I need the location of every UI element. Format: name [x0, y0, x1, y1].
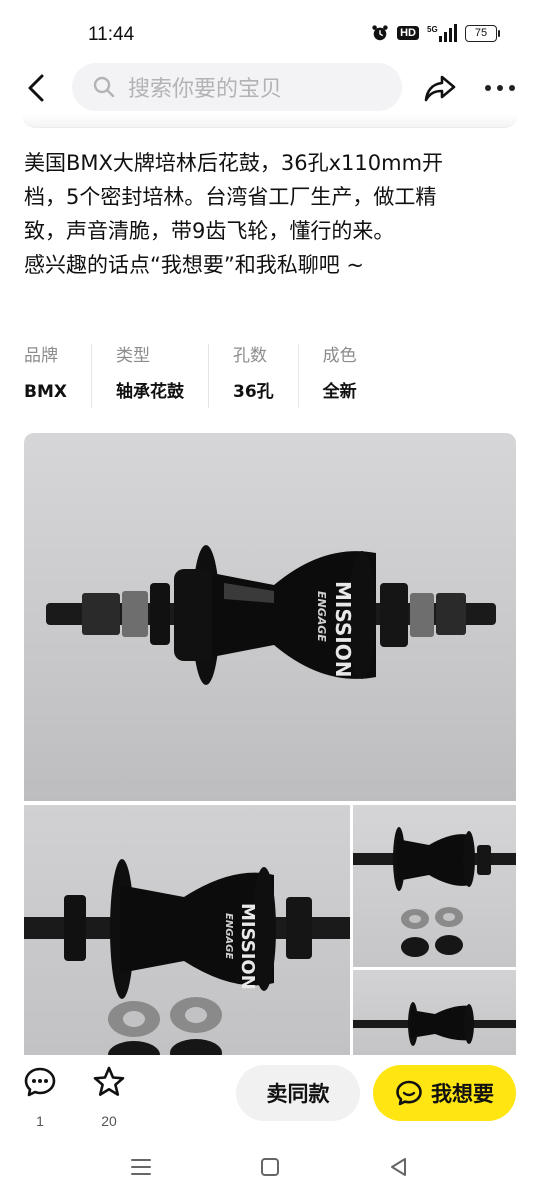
description-line: 感兴趣的话点“我想要”和我私聊吧 ~ — [24, 253, 365, 277]
hub-brand-text: MISSION — [331, 581, 355, 677]
network-label: 5G — [427, 25, 438, 34]
star-icon — [93, 1066, 125, 1096]
top-nav: 搜索你要的宝贝 — [0, 60, 540, 116]
favorite-count: 20 — [101, 1113, 117, 1129]
chat-icon — [396, 1080, 422, 1106]
sell-same-button[interactable]: 卖同款 — [236, 1065, 360, 1121]
collapsed-panel-edge — [22, 114, 518, 128]
attribute-brand: 品牌 BMX — [24, 344, 92, 408]
home-icon[interactable] — [257, 1154, 283, 1180]
attribute-value: 36孔 — [232, 382, 274, 402]
description-line: 美国BMX大牌培林后花鼓，36孔x110mm开 — [24, 151, 444, 175]
attribute-label: 品牌 — [24, 346, 58, 366]
hub-model-text: ENGAGE — [223, 913, 234, 959]
favorite-button[interactable]: 20 — [89, 1065, 129, 1129]
back-icon[interactable] — [20, 70, 56, 106]
search-icon — [93, 76, 115, 98]
attribute-label: 孔数 — [232, 346, 267, 366]
hub-brand-text: MISSION — [237, 903, 258, 990]
want-button[interactable]: 我想要 — [373, 1065, 516, 1121]
signal-icon: 5G — [427, 24, 457, 42]
hd-icon: HD — [397, 26, 419, 40]
description-line: 致，声音清脆，带9齿飞轮，懂行的来。 — [24, 219, 395, 243]
share-icon[interactable] — [422, 70, 458, 106]
product-photo[interactable] — [353, 805, 516, 967]
attribute-value: 全新 — [322, 382, 357, 402]
comment-icon — [24, 1067, 56, 1097]
description-line: 档，5个密封培林。台湾省工厂生产，做工精 — [24, 185, 437, 209]
product-photo[interactable] — [353, 970, 516, 1055]
search-input[interactable]: 搜索你要的宝贝 — [72, 63, 402, 111]
item-description: 美国BMX大牌培林后花鼓，36孔x110mm开 档，5个密封培林。台湾省工厂生产… — [24, 146, 518, 282]
item-attributes: 品牌 BMX 类型 轴承花鼓 孔数 36孔 成色 全新 — [24, 344, 518, 408]
menu-icon[interactable] — [128, 1154, 154, 1180]
attribute-type: 类型 轴承花鼓 — [116, 344, 209, 408]
hub-model-text: ENGAGE — [315, 591, 328, 642]
status-bar: 11:44 HD 5G 75 — [0, 0, 540, 64]
attribute-holes: 孔数 36孔 — [233, 344, 299, 408]
battery-icon: 75 — [465, 24, 500, 42]
attribute-value: BMX — [24, 382, 67, 402]
status-time: 11:44 — [88, 24, 135, 45]
bottom-action-bar: 1 20 卖同款 我想要 — [0, 1055, 540, 1135]
alarm-icon — [372, 25, 388, 41]
attribute-label: 成色 — [322, 346, 357, 366]
product-photo[interactable]: MISSION ENGAGE — [24, 805, 350, 1055]
system-navigation-bar — [0, 1140, 540, 1200]
attribute-label: 类型 — [115, 346, 150, 366]
battery-level: 75 — [465, 24, 497, 42]
more-icon[interactable] — [482, 74, 518, 102]
want-button-label: 我想要 — [431, 1082, 494, 1106]
comment-count: 1 — [36, 1113, 44, 1129]
attribute-condition: 成色 全新 — [323, 344, 381, 408]
back-nav-icon[interactable] — [386, 1154, 412, 1180]
comment-button[interactable]: 1 — [20, 1065, 60, 1129]
search-placeholder: 搜索你要的宝贝 — [128, 77, 283, 102]
attribute-value: 轴承花鼓 — [115, 382, 184, 402]
status-icons: HD 5G 75 — [371, 24, 500, 42]
product-photo-main[interactable]: MISSION ENGAGE — [24, 433, 516, 801]
